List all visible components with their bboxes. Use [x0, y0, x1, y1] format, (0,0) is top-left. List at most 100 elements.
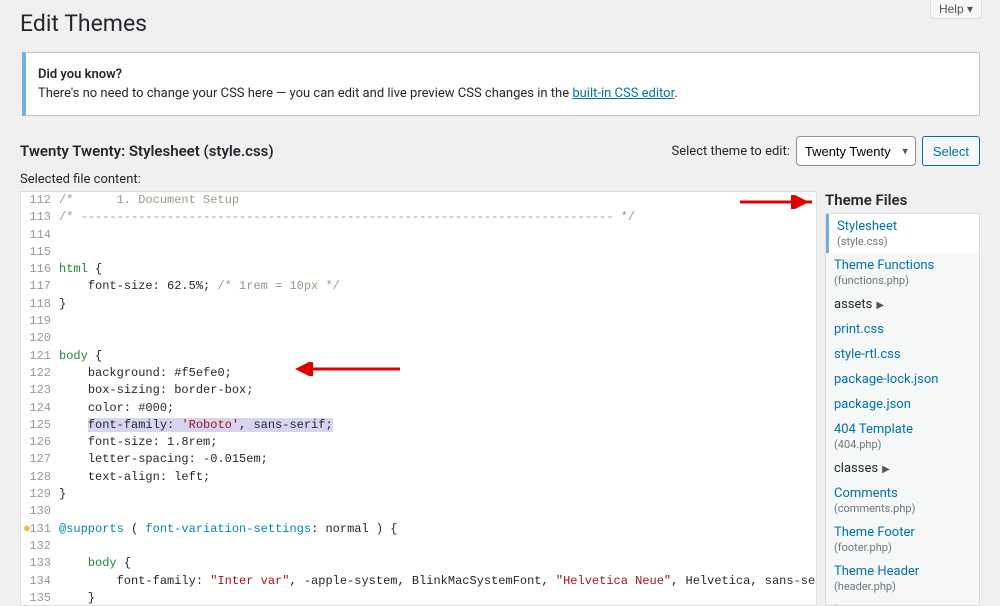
- notice-text-before: There's no need to change your CSS here …: [38, 86, 572, 101]
- code-text[interactable]: letter-spacing: -0.015em;: [59, 451, 816, 468]
- file-label: 404 Template: [834, 422, 913, 437]
- code-line[interactable]: 119: [21, 313, 816, 330]
- code-line[interactable]: 129}: [21, 486, 816, 503]
- code-line[interactable]: 118}: [21, 296, 816, 313]
- file-item[interactable]: package.json: [826, 392, 979, 417]
- code-text[interactable]: body {: [59, 348, 816, 365]
- file-label: Theme Footer: [834, 525, 915, 540]
- chevron-right-icon: ▶: [882, 464, 890, 475]
- line-number: 129: [21, 486, 59, 503]
- file-label: Comments: [834, 486, 898, 501]
- file-label: classes: [834, 461, 878, 476]
- line-number: 119: [21, 313, 59, 330]
- code-text[interactable]: }: [59, 296, 816, 313]
- file-sublabel: (style.css): [837, 235, 971, 248]
- code-line[interactable]: 125 font-family: 'Roboto', sans-serif;: [21, 417, 816, 434]
- code-text[interactable]: color: #000;: [59, 400, 816, 417]
- code-text[interactable]: [59, 244, 816, 261]
- code-text[interactable]: /* 1. Document Setup: [59, 192, 816, 209]
- code-text[interactable]: text-align: left;: [59, 469, 816, 486]
- file-item[interactable]: Comments(comments.php): [826, 481, 979, 520]
- code-line[interactable]: 130: [21, 503, 816, 520]
- code-text[interactable]: font-family: "Inter var", -apple-system,…: [59, 573, 816, 590]
- code-line[interactable]: 117 font-size: 62.5%; /* 1rem = 10px */: [21, 278, 816, 295]
- css-editor-link[interactable]: built-in CSS editor: [572, 86, 674, 101]
- code-line[interactable]: 121body {: [21, 348, 816, 365]
- code-line[interactable]: 124 color: #000;: [21, 400, 816, 417]
- file-subtitle: Twenty Twenty: Stylesheet (style.css): [20, 142, 274, 160]
- line-number: 130: [21, 503, 59, 520]
- line-number: 124: [21, 400, 59, 417]
- line-number: 122: [21, 365, 59, 382]
- code-line[interactable]: 131@supports ( font-variation-settings: …: [21, 521, 816, 538]
- code-text[interactable]: body {: [59, 555, 816, 572]
- file-item[interactable]: Theme Footer(footer.php): [826, 520, 979, 559]
- line-number: 121: [21, 348, 59, 365]
- code-text[interactable]: box-sizing: border-box;: [59, 382, 816, 399]
- theme-select[interactable]: Twenty Twenty: [796, 136, 916, 166]
- file-sublabel: (functions.php): [834, 274, 971, 287]
- file-label: Stylesheet: [837, 219, 897, 234]
- file-item[interactable]: package-lock.json: [826, 367, 979, 392]
- file-item[interactable]: style-rtl.css: [826, 342, 979, 367]
- select-button[interactable]: Select: [922, 136, 980, 166]
- file-item[interactable]: print.css: [826, 317, 979, 342]
- code-text[interactable]: @supports ( font-variation-settings: nor…: [59, 521, 816, 538]
- theme-files-list[interactable]: Stylesheet(style.css)Theme Functions(fun…: [825, 213, 980, 606]
- file-sublabel: (comments.php): [834, 502, 971, 515]
- help-button[interactable]: Help ▾: [930, 0, 982, 19]
- code-text[interactable]: html {: [59, 261, 816, 278]
- code-text[interactable]: /* -------------------------------------…: [59, 209, 816, 226]
- page-title: Edit Themes: [20, 10, 980, 47]
- code-line[interactable]: 132: [21, 538, 816, 555]
- code-text[interactable]: [59, 227, 816, 244]
- code-line[interactable]: 127 letter-spacing: -0.015em;: [21, 451, 816, 468]
- code-line[interactable]: 123 box-sizing: border-box;: [21, 382, 816, 399]
- line-number: 114: [21, 227, 59, 244]
- code-text[interactable]: font-size: 62.5%; /* 1rem = 10px */: [59, 278, 816, 295]
- code-text[interactable]: background: #f5efe0;: [59, 365, 816, 382]
- code-text[interactable]: font-size: 1.8rem;: [59, 434, 816, 451]
- code-line[interactable]: 116html {: [21, 261, 816, 278]
- code-line[interactable]: 120: [21, 330, 816, 347]
- line-number: 120: [21, 330, 59, 347]
- line-number: 115: [21, 244, 59, 261]
- chevron-right-icon: ▶: [876, 300, 884, 311]
- code-text[interactable]: font-family: 'Roboto', sans-serif;: [59, 417, 816, 434]
- line-number: 117: [21, 278, 59, 295]
- code-text[interactable]: [59, 503, 816, 520]
- file-item[interactable]: Theme Header(header.php): [826, 559, 979, 598]
- file-item[interactable]: Stylesheet(style.css): [825, 214, 979, 253]
- select-theme-label: Select theme to edit:: [672, 144, 790, 159]
- code-text[interactable]: }: [59, 590, 816, 605]
- code-line[interactable]: 122 background: #f5efe0;: [21, 365, 816, 382]
- code-line[interactable]: 115: [21, 244, 816, 261]
- folder-item[interactable]: inc▶: [826, 598, 979, 606]
- file-sublabel: (footer.php): [834, 541, 971, 554]
- code-line[interactable]: 134 font-family: "Inter var", -apple-sys…: [21, 573, 816, 590]
- folder-item[interactable]: classes ▶: [826, 456, 979, 481]
- code-text[interactable]: }: [59, 486, 816, 503]
- code-editor[interactable]: 112/* 1. Document Setup113/* -----------…: [20, 191, 817, 606]
- line-number: 131: [21, 521, 59, 538]
- code-text[interactable]: [59, 313, 816, 330]
- code-line[interactable]: 133 body {: [21, 555, 816, 572]
- file-label: package.json: [834, 397, 911, 412]
- code-text[interactable]: [59, 538, 816, 555]
- code-line[interactable]: 126 font-size: 1.8rem;: [21, 434, 816, 451]
- file-label: Theme Functions: [834, 258, 934, 273]
- code-line[interactable]: 114: [21, 227, 816, 244]
- line-number: 112: [21, 192, 59, 209]
- file-item[interactable]: Theme Functions(functions.php): [826, 253, 979, 292]
- code-text[interactable]: [59, 330, 816, 347]
- code-line[interactable]: 135 }: [21, 590, 816, 605]
- file-sublabel: (404.php): [834, 438, 971, 451]
- line-number: 116: [21, 261, 59, 278]
- folder-item[interactable]: assets▶: [826, 292, 979, 317]
- file-item[interactable]: 404 Template(404.php): [826, 417, 979, 456]
- code-line[interactable]: 112/* 1. Document Setup: [21, 192, 816, 209]
- line-number: 133: [21, 555, 59, 572]
- code-line[interactable]: 128 text-align: left;: [21, 469, 816, 486]
- line-number: 132: [21, 538, 59, 555]
- code-line[interactable]: 113/* ----------------------------------…: [21, 209, 816, 226]
